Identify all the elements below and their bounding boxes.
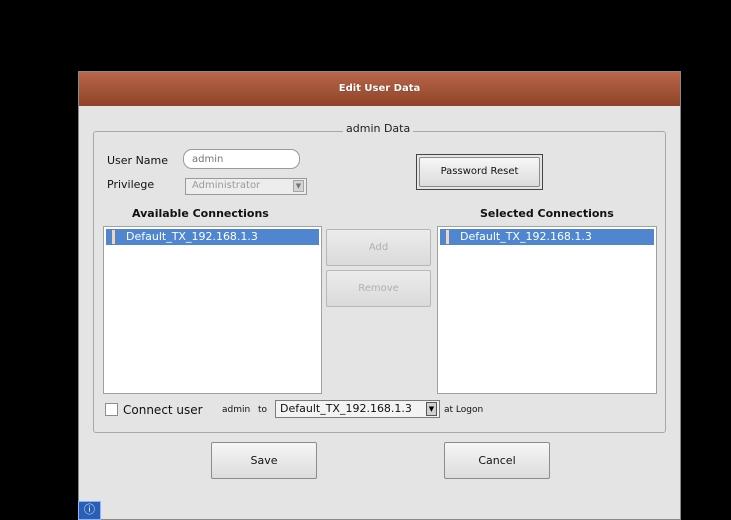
list-item-marker [112,230,115,244]
selected-connections-list[interactable]: Default_TX_192.168.1.3 [437,226,657,394]
selected-item-label: Default_TX_192.168.1.3 [460,230,592,243]
list-item[interactable]: Default_TX_192.168.1.3 [106,229,319,245]
privilege-select[interactable]: Administrator ▼ [185,178,307,195]
group-title: admin Data [343,122,414,135]
privilege-value: Administrator [192,180,261,191]
edit-user-dialog: Edit User Data admin Data User Name Priv… [78,71,681,520]
chevron-down-icon: ▼ [293,180,304,192]
password-reset-focus-frame: Password Reset [416,154,543,190]
save-button[interactable]: Save [211,442,317,479]
add-button[interactable]: Add [326,229,431,266]
password-reset-button[interactable]: Password Reset [419,157,540,187]
available-connections-list[interactable]: Default_TX_192.168.1.3 [103,226,322,394]
user-name-input[interactable] [183,149,300,169]
logon-connection-select[interactable]: Default_TX_192.168.1.3 ▼ [275,400,440,418]
available-connections-header: Available Connections [132,207,269,220]
list-item-marker [446,230,449,244]
connect-user-name: admin [222,405,251,415]
at-logon-label: at Logon [444,405,484,415]
logon-connection-value: Default_TX_192.168.1.3 [280,402,412,415]
privilege-label: Privilege [107,178,155,191]
info-icon[interactable]: ⓘ [78,501,101,520]
chevron-down-icon: ▼ [426,402,437,416]
dialog-title: Edit User Data [79,72,680,106]
connect-user-checkbox[interactable] [105,403,118,416]
list-item[interactable]: Default_TX_192.168.1.3 [440,229,654,245]
cancel-button[interactable]: Cancel [444,442,550,479]
available-item-label: Default_TX_192.168.1.3 [126,230,258,243]
remove-button[interactable]: Remove [326,270,431,307]
connect-user-label: Connect user [123,403,203,417]
connect-to-label: to [258,405,268,415]
selected-connections-header: Selected Connections [480,207,614,220]
user-name-label: User Name [107,154,169,167]
